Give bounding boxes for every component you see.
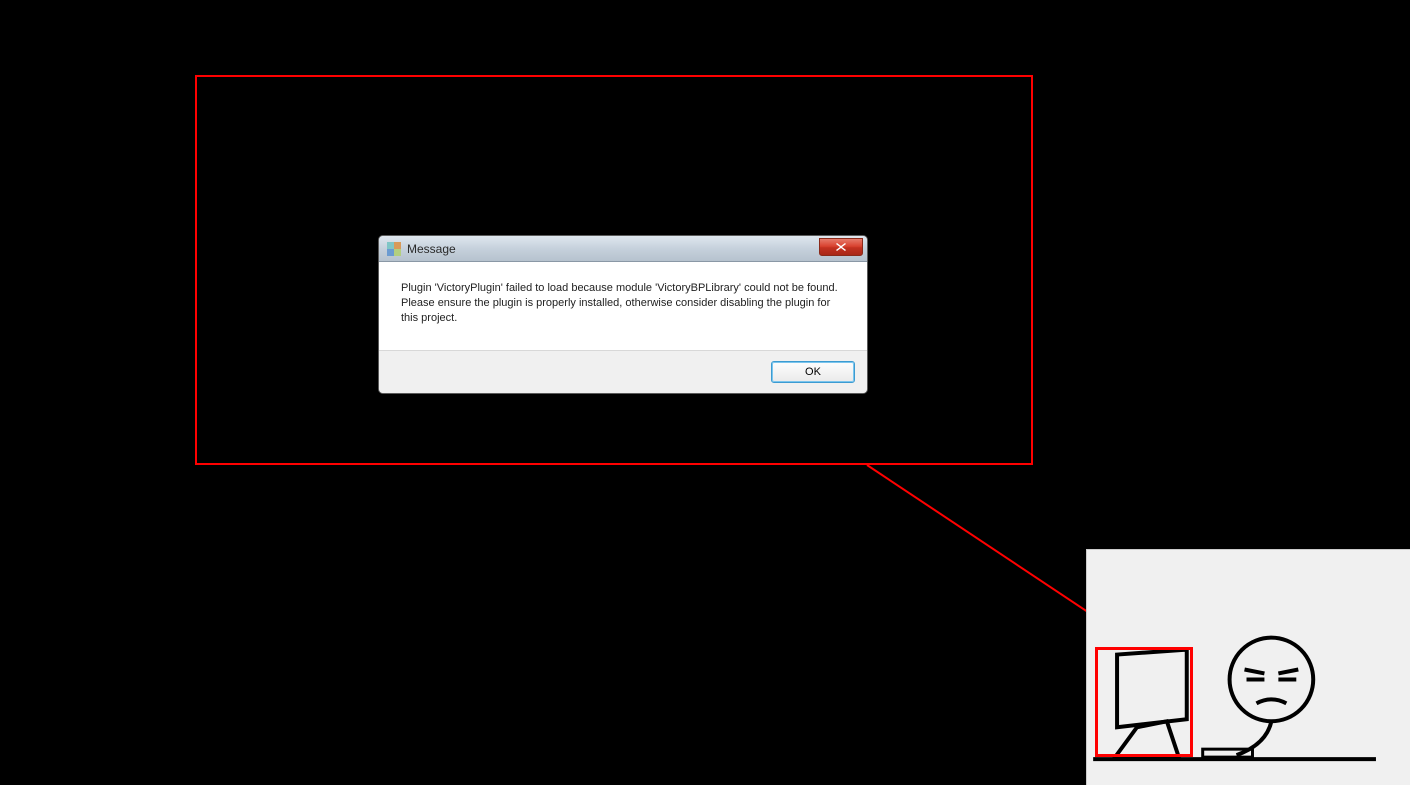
ok-button[interactable]: OK [771,361,855,383]
close-icon [836,243,846,251]
dialog-message: Plugin 'VictoryPlugin' failed to load be… [401,281,845,326]
meme-illustration [1086,549,1410,785]
message-dialog: Message Plugin 'VictoryPlugin' failed to… [378,235,868,394]
app-icon [387,242,401,256]
dialog-footer: OK [379,350,867,393]
dialog-title: Message [407,242,456,256]
close-button[interactable] [819,238,863,256]
dialog-body: Plugin 'VictoryPlugin' failed to load be… [379,262,867,350]
dialog-titlebar[interactable]: Message [379,236,867,262]
